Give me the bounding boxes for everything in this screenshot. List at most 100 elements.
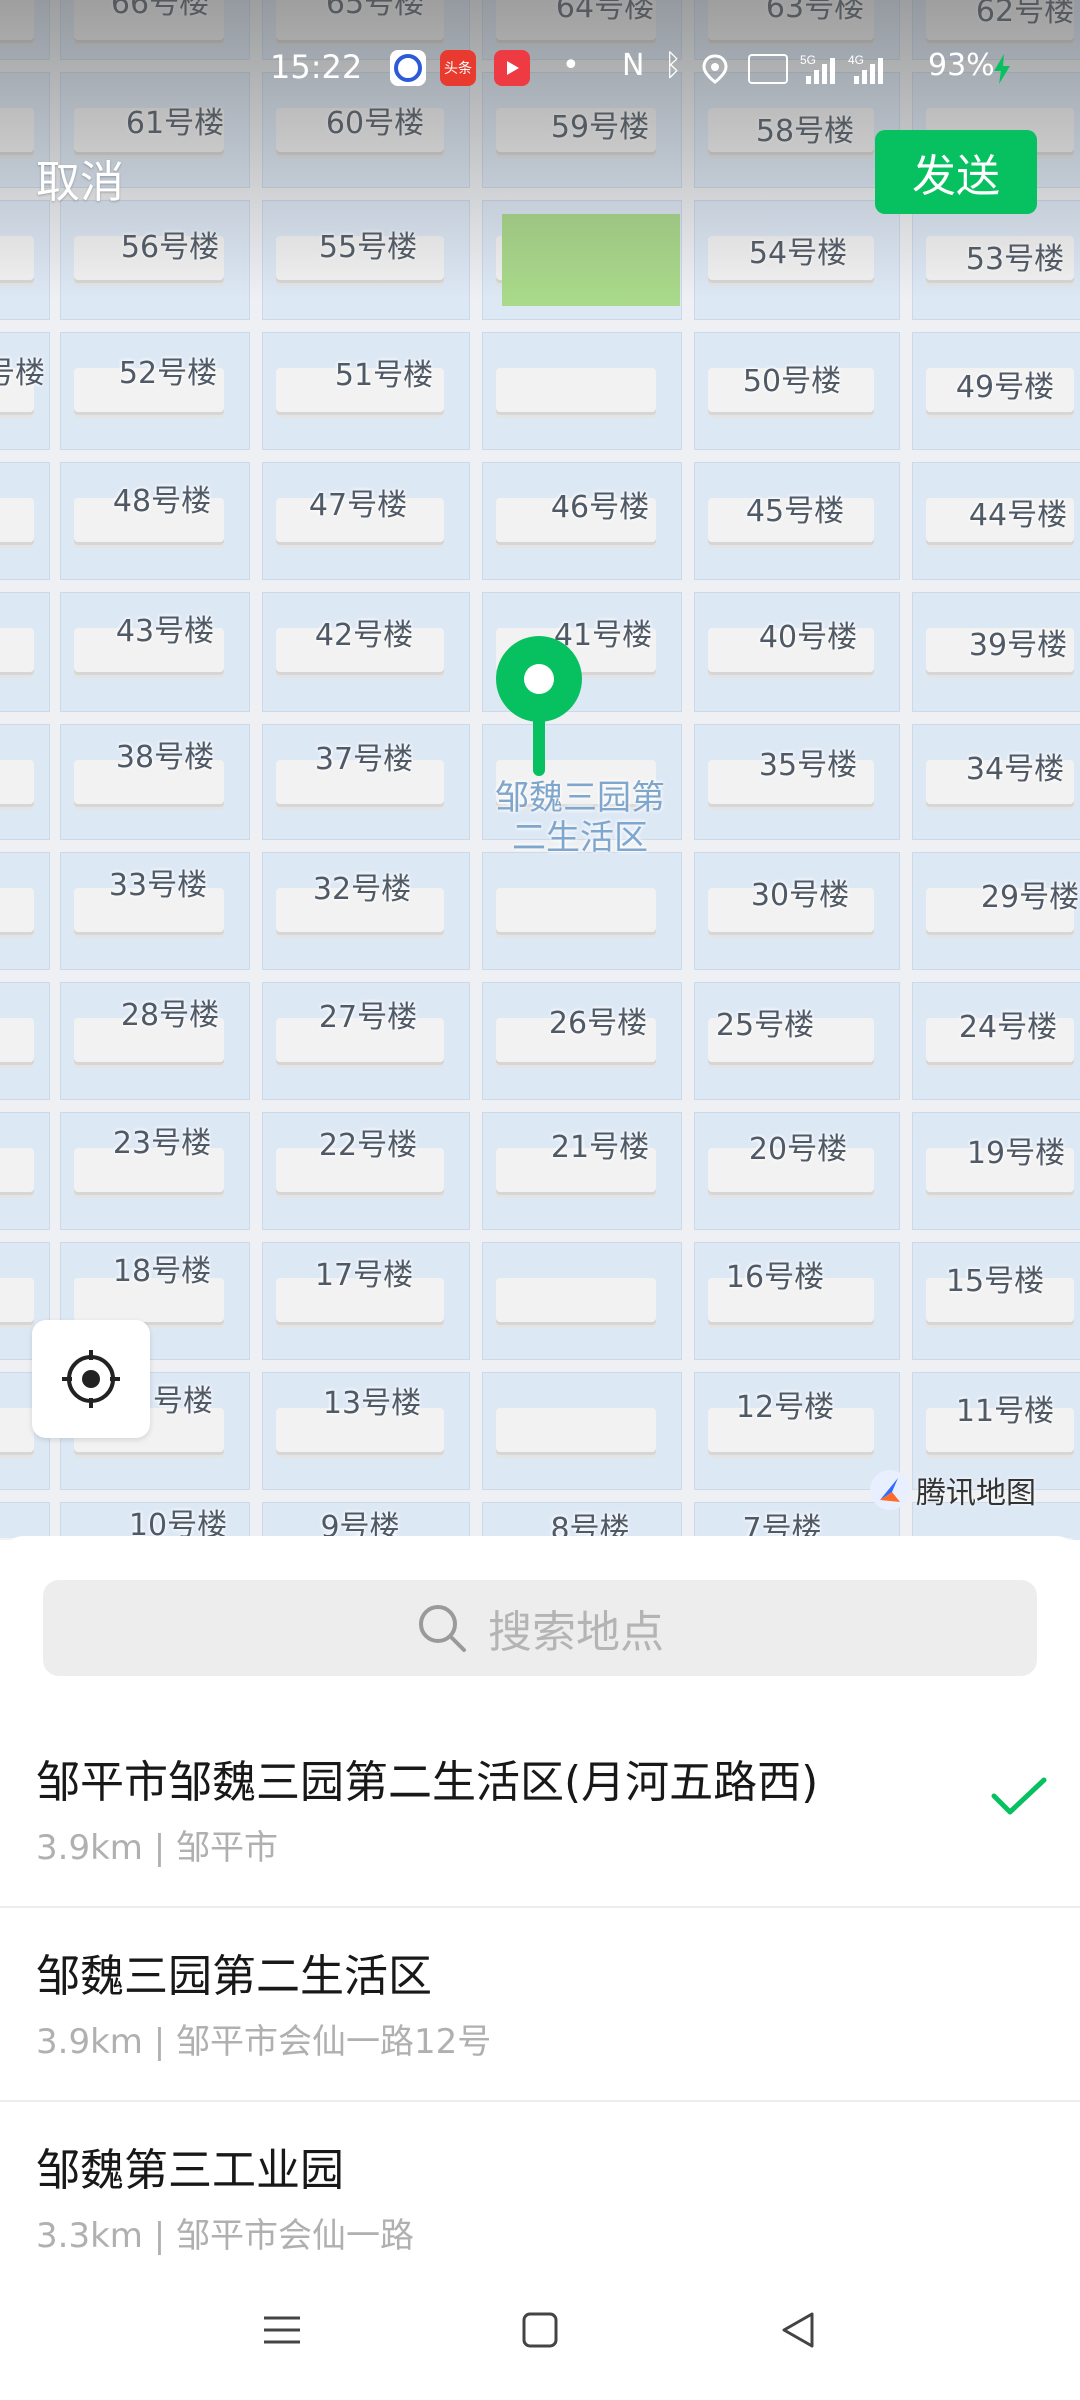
building-label: 47号楼 — [308, 488, 408, 523]
location-pin-icon — [496, 636, 582, 776]
building-label: 11号楼 — [955, 1394, 1055, 1429]
hd-icon — [748, 54, 788, 84]
cancel-button[interactable]: 取消 — [36, 146, 124, 210]
location-icon — [702, 54, 728, 84]
building-label: 10号楼 — [128, 1508, 228, 1540]
check-icon — [991, 1777, 1047, 1815]
building-label: 15号楼 — [945, 1264, 1045, 1299]
building — [0, 760, 34, 804]
building — [496, 888, 656, 932]
building — [0, 888, 34, 932]
result-subtitle: 3.3km | 邹平市会仙一路 — [36, 2216, 414, 2256]
nfc-icon: N — [622, 48, 645, 83]
dot-icon: • — [562, 48, 580, 83]
building-label: 29号楼 — [980, 880, 1080, 915]
back-icon[interactable] — [778, 2310, 818, 2350]
result-item[interactable]: 邹魏第三工业园 3.3km | 邹平市会仙一路 — [0, 2102, 1080, 2296]
building-label: 27号楼 — [318, 1000, 418, 1035]
svg-text:5G: 5G — [800, 53, 816, 67]
building — [496, 368, 656, 412]
signal-icon: 5G 4G — [800, 53, 883, 84]
building-label: 7号楼 — [742, 1512, 822, 1540]
building — [0, 1018, 34, 1062]
building-label: 33号楼 — [108, 868, 208, 903]
map-view[interactable]: 66号楼65号楼64号楼63号楼62号楼61号楼60号楼59号楼58号楼56号楼… — [0, 0, 1080, 1540]
search-input[interactable]: 搜索地点 — [43, 1580, 1037, 1676]
building-label: 21号楼 — [550, 1130, 650, 1165]
building-label: 9号楼 — [320, 1510, 400, 1540]
building-label: 13号楼 — [322, 1386, 422, 1421]
building-label: 37号楼 — [314, 742, 414, 777]
building-label: 号楼 — [0, 356, 45, 391]
building-label: 40号楼 — [758, 620, 858, 655]
building-label: 32号楼 — [312, 872, 412, 907]
result-title: 邹平市邹魏三园第二生活区(月河五路西) — [36, 1757, 819, 1808]
building-label: 8号楼 — [550, 1512, 630, 1540]
building-label: 28号楼 — [120, 998, 220, 1033]
result-subtitle: 3.9km | 邹平市 — [36, 1828, 278, 1868]
building-label: 38号楼 — [115, 740, 215, 775]
building-label: 12号楼 — [735, 1390, 835, 1425]
building-label: 43号楼 — [115, 614, 215, 649]
attribution-text: 腾讯地图 — [916, 1476, 1036, 1511]
status-time: 15:22 — [270, 48, 363, 86]
building — [0, 1278, 34, 1322]
building-label: 24号楼 — [958, 1010, 1058, 1045]
building-label: 号楼 — [153, 1384, 213, 1419]
map-attribution: 腾讯地图 — [870, 1468, 1036, 1512]
toutiao-icon: 头条 — [440, 50, 476, 86]
map-place-label: 邹魏三园第二生活区 — [495, 778, 665, 858]
building-label: 45号楼 — [745, 494, 845, 529]
app-icon-1 — [390, 50, 426, 86]
bluetooth-icon: ᛒ — [664, 48, 682, 83]
result-item[interactable]: 邹平市邹魏三园第二生活区(月河五路西) 3.9km | 邹平市 — [0, 1714, 1080, 1908]
toutiao-label: 头条 — [444, 61, 472, 77]
menu-icon[interactable] — [262, 2310, 302, 2350]
city-block — [0, 1502, 50, 1540]
building — [0, 628, 34, 672]
building-label: 35号楼 — [758, 748, 858, 783]
video-icon — [494, 50, 530, 86]
charging-icon — [994, 54, 1010, 84]
building-label: 49号楼 — [955, 370, 1055, 405]
building — [496, 1278, 656, 1322]
building-label: 52号楼 — [118, 356, 218, 391]
building-label: 20号楼 — [748, 1132, 848, 1167]
battery-percent: 93% — [928, 48, 995, 83]
search-icon — [419, 1605, 466, 1652]
svg-text:4G: 4G — [848, 53, 864, 67]
home-icon[interactable] — [520, 2310, 560, 2350]
locate-me-button[interactable] — [32, 1320, 150, 1438]
building — [0, 498, 34, 542]
result-subtitle: 3.9km | 邹平市会仙一路12号 — [36, 2022, 492, 2062]
search-placeholder: 搜索地点 — [488, 1607, 664, 1658]
building-label: 39号楼 — [968, 628, 1068, 663]
status-bar: 15:22 头条 • N ᛒ 5G 4G 93% — [0, 40, 1080, 96]
building-label: 50号楼 — [742, 364, 842, 399]
building — [0, 1148, 34, 1192]
building-label: 18号楼 — [112, 1254, 212, 1289]
tencent-map-logo-icon — [870, 1470, 910, 1510]
navigation-bar — [0, 2280, 1080, 2400]
crosshair-icon — [62, 1350, 120, 1408]
result-title: 邹魏第三工业园 — [36, 2145, 344, 2196]
building-label: 22号楼 — [318, 1128, 418, 1163]
building-label: 25号楼 — [715, 1008, 815, 1043]
building-label: 44号楼 — [968, 498, 1068, 533]
result-title: 邹魏三园第二生活区 — [36, 1951, 432, 2002]
result-item[interactable]: 邹魏三园第二生活区 3.9km | 邹平市会仙一路12号 — [0, 1908, 1080, 2102]
building-label: 42号楼 — [314, 618, 414, 653]
send-button[interactable]: 发送 — [875, 130, 1037, 214]
building-label: 17号楼 — [314, 1258, 414, 1293]
building-label: 23号楼 — [112, 1126, 212, 1161]
building-label: 46号楼 — [550, 490, 650, 525]
building-label: 51号楼 — [334, 358, 434, 393]
building-label: 16号楼 — [725, 1260, 825, 1295]
building-label: 26号楼 — [548, 1006, 648, 1041]
building — [496, 1408, 656, 1452]
building-label: 48号楼 — [112, 484, 212, 519]
building — [0, 1408, 34, 1452]
building-label: 19号楼 — [966, 1136, 1066, 1171]
building-label: 30号楼 — [750, 878, 850, 913]
location-list-panel: 搜索地点 邹平市邹魏三园第二生活区(月河五路西) 3.9km | 邹平市 邹魏三… — [0, 1536, 1080, 2400]
